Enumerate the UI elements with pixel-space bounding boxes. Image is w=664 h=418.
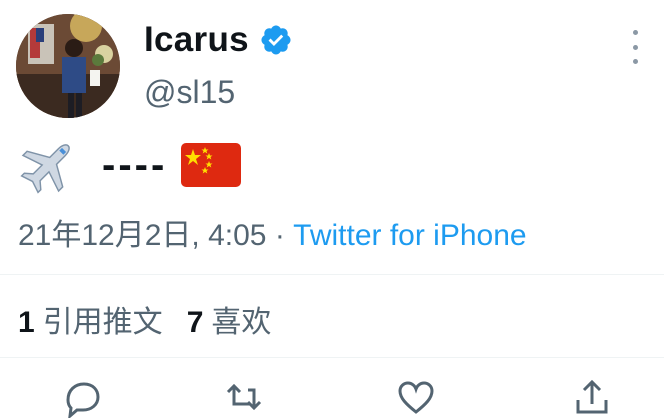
- likes-label: 喜欢: [211, 306, 272, 339]
- divider: [0, 274, 664, 275]
- likes-count: 7: [186, 306, 204, 339]
- divider: [0, 357, 664, 358]
- verified-badge-icon: [261, 25, 291, 55]
- meta-separator: ·: [266, 219, 294, 252]
- tweet-text: ----: [18, 134, 242, 196]
- more-options-icon[interactable]: [628, 30, 642, 64]
- quote-tweets-stat[interactable]: 1 引用推文: [18, 297, 163, 341]
- avatar[interactable]: [16, 14, 120, 118]
- tweet-date[interactable]: 21年12月2日, 4:05: [18, 219, 266, 252]
- tweet-dashes: ----: [102, 143, 168, 187]
- quotes-label: 引用推文: [42, 306, 163, 339]
- more-dot: [632, 59, 638, 64]
- china-flag-icon: [181, 143, 242, 187]
- display-name[interactable]: Icarus: [144, 20, 249, 60]
- reply-icon[interactable]: [58, 378, 106, 418]
- user-handle[interactable]: @sl15: [144, 74, 235, 111]
- like-icon[interactable]: [392, 378, 440, 418]
- action-bar: [0, 378, 664, 418]
- retweet-icon[interactable]: [220, 378, 268, 418]
- share-icon[interactable]: [568, 378, 616, 418]
- tweet-stats: 1 引用推文 7 喜欢: [18, 297, 271, 341]
- airplane-emoji-icon: [20, 144, 70, 194]
- name-row[interactable]: Icarus: [144, 20, 293, 60]
- more-dot: [632, 44, 638, 50]
- quotes-count: 1: [18, 306, 35, 339]
- likes-stat[interactable]: 7 喜欢: [187, 297, 272, 341]
- tweet-source-link[interactable]: Twitter for iPhone: [293, 219, 526, 252]
- tweet-meta: 21年12月2日, 4:05 · Twitter for iPhone: [18, 210, 527, 254]
- more-dot: [632, 30, 638, 35]
